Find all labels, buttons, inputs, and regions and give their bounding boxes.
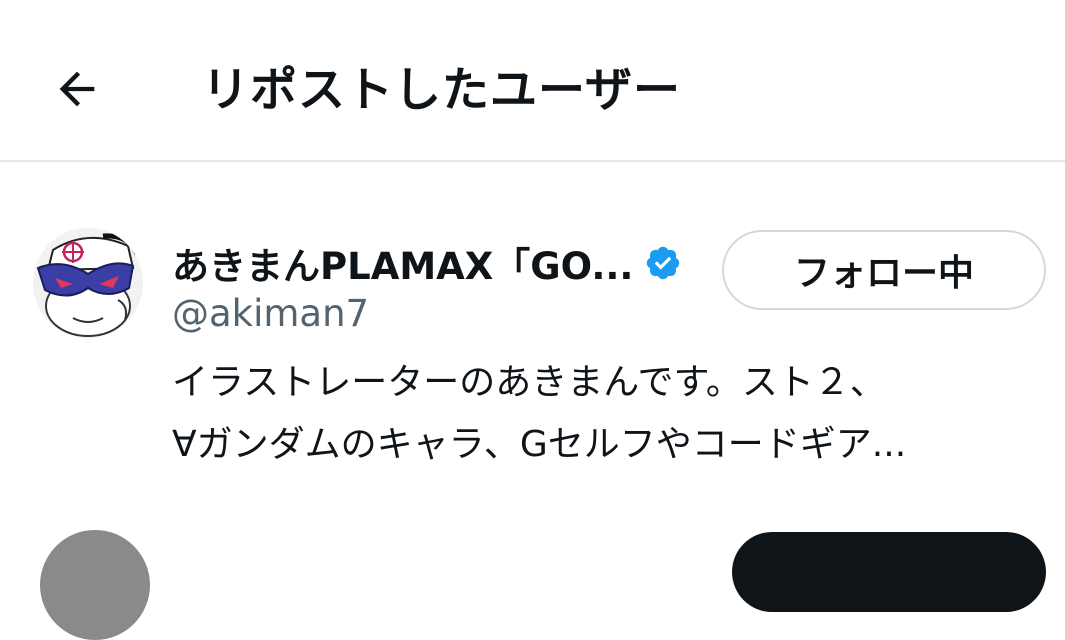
page-title: リポストしたユーザー: [202, 63, 682, 118]
next-user-follow-button[interactable]: [732, 532, 1046, 612]
back-button[interactable]: [44, 56, 110, 122]
bio-line: ∀ガンダムのキャラ、Gセルフやコードギア...: [172, 424, 907, 465]
top-app-bar: リポストしたユーザー: [0, 0, 1065, 162]
verified-badge-icon: [644, 244, 682, 282]
user-name-line: あきまんPLAMAX「GO...: [172, 238, 682, 288]
user-handle: @akiman7: [172, 292, 370, 335]
bio-line: イラストレーターのあきまんです。スト２、: [172, 362, 886, 403]
user-list-item[interactable]: あきまんPLAMAX「GO... @akiman7 フォロー中 イラストレーター…: [0, 164, 1065, 504]
next-user-avatar[interactable]: [40, 530, 150, 640]
following-button[interactable]: フォロー中: [722, 230, 1046, 310]
arrow-left-icon: [59, 71, 95, 107]
display-name[interactable]: あきまんPLAMAX「GO...: [172, 236, 634, 290]
avatar[interactable]: [33, 228, 143, 338]
user-bio: イラストレーターのあきまんです。スト２、 ∀ガンダムのキャラ、Gセルフやコードギ…: [172, 352, 1032, 476]
